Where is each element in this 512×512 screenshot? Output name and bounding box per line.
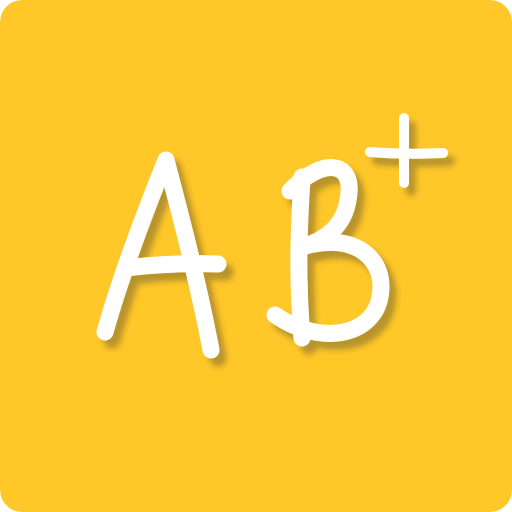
app-icon xyxy=(0,0,512,512)
icon-background xyxy=(0,0,512,512)
